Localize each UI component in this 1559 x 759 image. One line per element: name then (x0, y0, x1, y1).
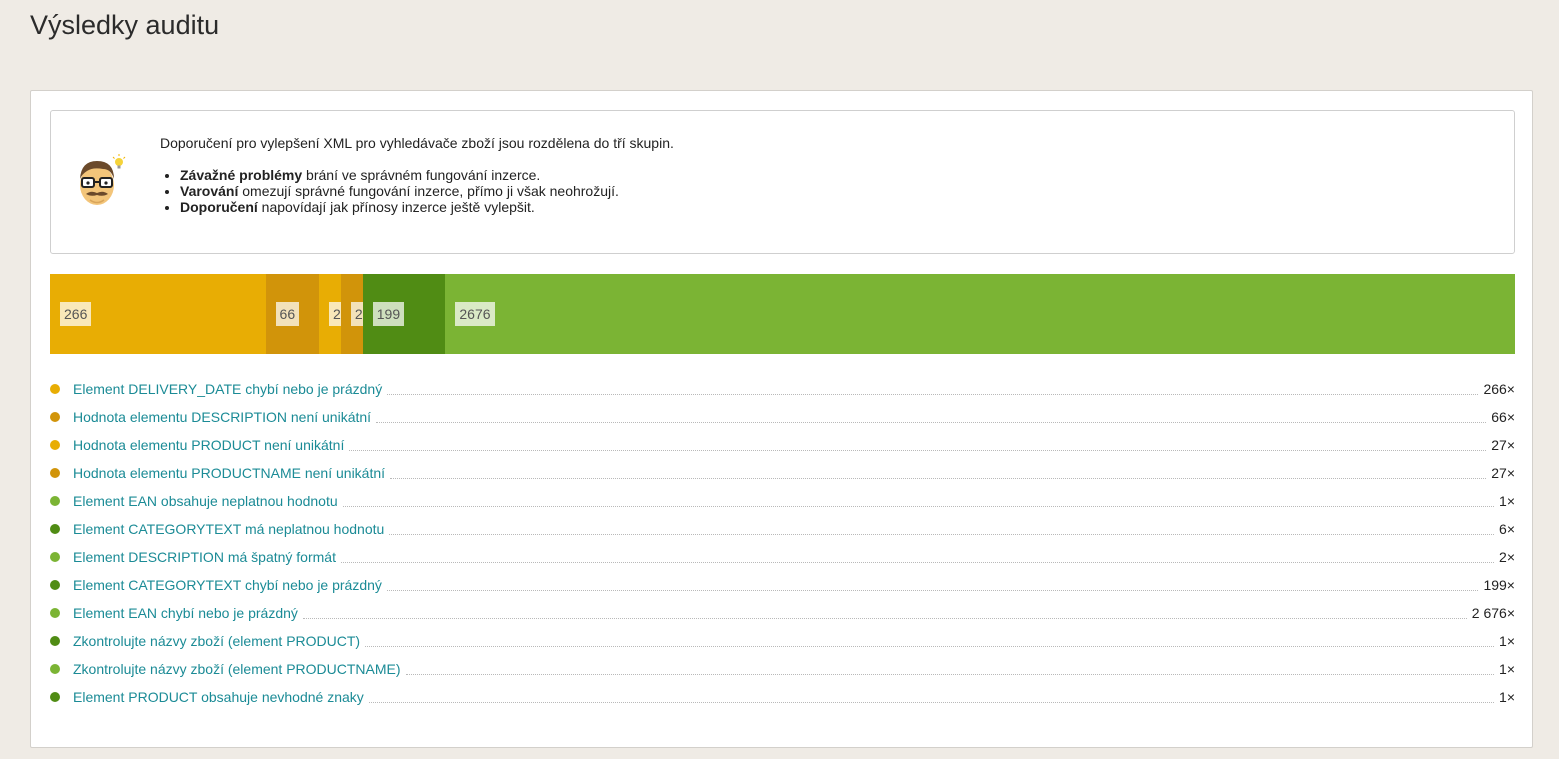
issue-row: Element CATEGORYTEXT má neplatnou hodnot… (50, 515, 1515, 543)
severity-dot-icon (50, 692, 60, 702)
dotted-leader (302, 617, 1467, 619)
issue-link[interactable]: Zkontrolujte názvy zboží (element PRODUC… (73, 633, 360, 649)
mascot-with-glasses-lightbulb-icon (80, 154, 126, 205)
issue-link[interactable]: Element PRODUCT obsahuje nevhodné znaky (73, 689, 364, 705)
issue-row: Element PRODUCT obsahuje nevhodné znaky 1… (50, 683, 1515, 711)
severity-dot-icon (50, 664, 60, 674)
issue-link[interactable]: Hodnota elementu DESCRIPTION není unikát… (73, 409, 371, 425)
severity-dot-icon (50, 524, 60, 534)
info-item-critical: Závažné problémy brání ve správném fungo… (180, 167, 674, 183)
info-item-warnings: Varování omezují správné fungování inzer… (180, 183, 674, 199)
issue-row: Element DELIVERY_DATE chybí nebo je práz… (50, 375, 1515, 403)
severity-dot-icon (50, 636, 60, 646)
issue-count: 1× (1499, 633, 1515, 649)
severity-dot-icon (50, 384, 60, 394)
dotted-leader (390, 477, 1487, 479)
summary-bar-segment-label: 2676 (455, 302, 495, 326)
dotted-leader (365, 645, 1495, 647)
issue-row: Hodnota elementu PRODUCT není unikátní 27… (50, 431, 1515, 459)
summary-bar-segment-label: 199 (372, 302, 405, 326)
dotted-leader (405, 673, 1495, 675)
dotted-leader (342, 505, 1495, 507)
issue-row: Hodnota elementu DESCRIPTION není unikát… (50, 403, 1515, 431)
dotted-leader (340, 561, 1495, 563)
info-text: Doporučení pro vylepšení XML pro vyhledá… (160, 135, 674, 215)
issue-row: Zkontrolujte názvy zboží (element PRODUC… (50, 627, 1515, 655)
issue-count: 66× (1491, 409, 1515, 425)
summary-bar-segment[interactable]: 2676 (445, 274, 1515, 354)
info-item-title: Doporučení (180, 199, 258, 215)
summary-bar: 266 66 27 27 199 2676 (50, 274, 1515, 354)
page-title: Výsledky auditu (30, 10, 220, 40)
issue-link[interactable]: Element CATEGORYTEXT chybí nebo je prázd… (73, 577, 382, 593)
issue-link[interactable]: Hodnota elementu PRODUCTNAME není unikát… (73, 465, 385, 481)
issue-row: Element EAN obsahuje neplatnou hodnotu 1× (50, 487, 1515, 515)
summary-bar-segment-label: 66 (275, 302, 300, 326)
summary-bar-segment-label: 27 (329, 302, 341, 326)
summary-bar-segment[interactable]: 66 (265, 274, 319, 354)
summary-bar-segment[interactable]: 27 (340, 274, 363, 354)
summary-bar-segment-label: 266 (60, 302, 92, 326)
issue-link[interactable]: Zkontrolujte názvy zboží (element PRODUC… (73, 661, 401, 677)
issue-row: Element EAN chybí nebo je prázdný 2 676× (50, 599, 1515, 627)
dotted-leader (368, 701, 1495, 703)
info-item-text: omezují správné fungování inzerce, přímo… (238, 183, 619, 199)
issue-count: 199× (1483, 577, 1515, 593)
issue-row: Zkontrolujte názvy zboží (element PRODUC… (50, 655, 1515, 683)
summary-bar-segment[interactable]: 199 (362, 274, 446, 354)
info-item-text: brání ve správném fungování inzerce. (302, 167, 541, 183)
info-item-title: Varování (180, 183, 239, 199)
issue-count: 1× (1499, 689, 1515, 705)
dotted-leader (386, 589, 1479, 591)
issue-count: 6× (1499, 521, 1515, 537)
dotted-leader (389, 533, 1495, 535)
info-item-title: Závažné problémy (180, 167, 303, 183)
severity-dot-icon (50, 412, 60, 422)
issue-count: 266× (1483, 381, 1515, 397)
audit-results-panel: Doporučení pro vylepšení XML pro vyhledá… (30, 90, 1533, 748)
info-item-text: napovídají jak přínosy inzerce ještě vyl… (257, 199, 535, 215)
severity-dot-icon (50, 440, 60, 450)
issue-link[interactable]: Element CATEGORYTEXT má neplatnou hodnot… (73, 521, 384, 537)
severity-dot-icon (50, 552, 60, 562)
issue-row: Element CATEGORYTEXT chybí nebo je prázd… (50, 571, 1515, 599)
issue-link[interactable]: Element EAN obsahuje neplatnou hodnotu (73, 493, 338, 509)
issue-row: Hodnota elementu PRODUCTNAME není unikát… (50, 459, 1515, 487)
issue-count: 2× (1499, 549, 1515, 565)
info-item-recommendations: Doporučení napovídají jak přínosy inzerc… (180, 199, 674, 215)
issue-count: 1× (1499, 661, 1515, 677)
issue-link[interactable]: Element DELIVERY_DATE chybí nebo je práz… (73, 381, 382, 397)
summary-bar-segment[interactable]: 27 (319, 274, 341, 354)
issue-link[interactable]: Element DESCRIPTION má špatný formát (73, 549, 336, 565)
issue-list: Element DELIVERY_DATE chybí nebo je práz… (50, 375, 1515, 711)
issue-count: 27× (1491, 465, 1515, 481)
severity-dot-icon (50, 468, 60, 478)
summary-bar-segment[interactable]: 266 (50, 274, 266, 354)
dotted-leader (376, 421, 1487, 423)
issue-link[interactable]: Element EAN chybí nebo je prázdný (73, 605, 298, 621)
severity-dot-icon (50, 608, 60, 618)
severity-dot-icon (50, 580, 60, 590)
issue-link[interactable]: Hodnota elementu PRODUCT není unikátní (73, 437, 344, 453)
issue-row: Element DESCRIPTION má špatný formát 2× (50, 543, 1515, 571)
info-list: Závažné problémy brání ve správném fungo… (160, 167, 674, 215)
issue-count: 1× (1499, 493, 1515, 509)
summary-bar-segment-label: 27 (350, 302, 363, 326)
issue-count: 27× (1491, 437, 1515, 453)
dotted-leader (349, 449, 1487, 451)
issue-count: 2 676× (1471, 605, 1515, 621)
dotted-leader (387, 393, 1479, 395)
info-box: Doporučení pro vylepšení XML pro vyhledá… (50, 110, 1515, 254)
severity-dot-icon (50, 496, 60, 506)
info-intro: Doporučení pro vylepšení XML pro vyhledá… (160, 135, 674, 151)
